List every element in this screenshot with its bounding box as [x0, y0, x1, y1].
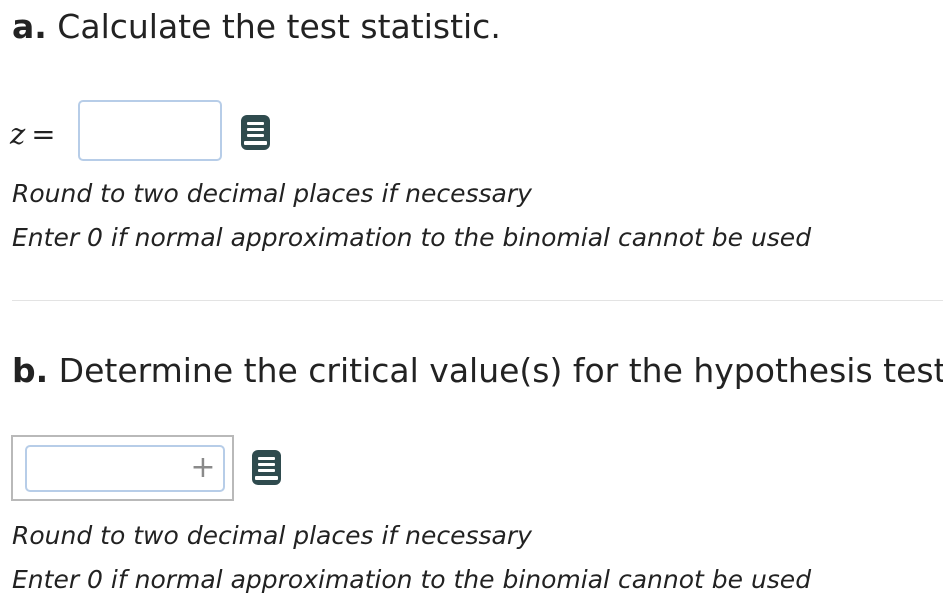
round-hint: Round to two decimal places if necessary — [12, 179, 532, 208]
part-b-heading: b. Determine the critical value(s) for t… — [12, 351, 943, 391]
part-a-letter: a. — [12, 7, 47, 46]
part-b-title: Determine the critical value(s) for the … — [48, 351, 943, 390]
book-icon[interactable] — [251, 449, 282, 486]
section-divider — [12, 300, 943, 301]
normal-approximation-hint: Enter 0 if normal approximation to the b… — [12, 565, 812, 594]
add-value-button[interactable]: + — [189, 453, 217, 483]
round-hint: Round to two decimal places if necessary — [12, 521, 532, 550]
z-label: z = — [10, 116, 56, 152]
part-a-title: Calculate the test statistic. — [46, 7, 501, 46]
critical-values-container: + — [11, 435, 234, 501]
book-icon[interactable] — [240, 114, 271, 151]
z-variable: z — [10, 117, 26, 151]
normal-approximation-hint: Enter 0 if normal approximation to the b… — [12, 223, 812, 252]
part-a-heading: a. Calculate the test statistic. — [12, 7, 501, 47]
equals-sign: = — [31, 117, 56, 151]
test-statistic-input[interactable] — [78, 100, 222, 161]
part-b-letter: b. — [12, 351, 49, 390]
